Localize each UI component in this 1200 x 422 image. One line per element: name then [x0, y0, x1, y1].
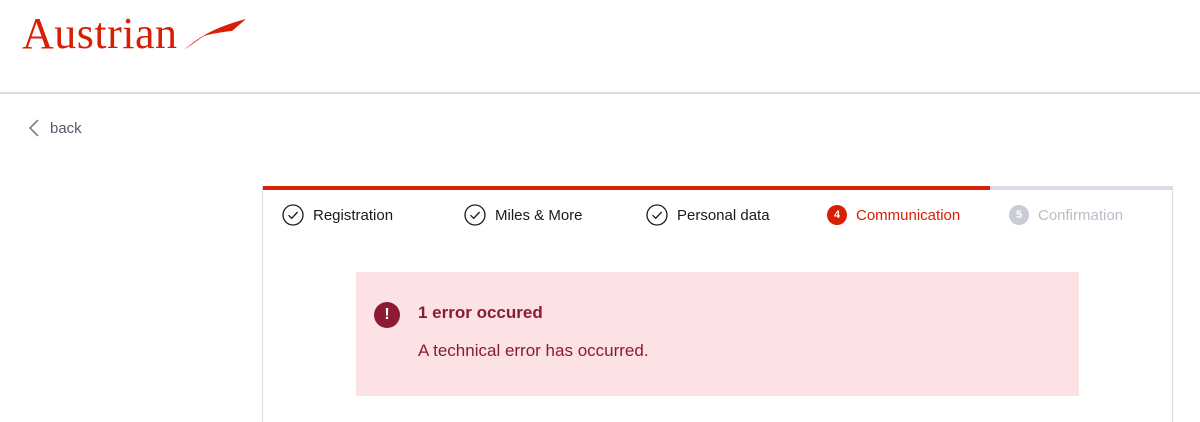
step-registration[interactable]: Registration: [282, 204, 393, 226]
page: Austrian back Registration Miles & More: [0, 0, 1200, 422]
step-label: Miles & More: [495, 206, 583, 224]
logo-text: Austrian: [22, 9, 178, 58]
step-number-badge: 5: [1009, 205, 1029, 225]
step-miles-and-more[interactable]: Miles & More: [464, 204, 583, 226]
progress-fill: [263, 186, 991, 190]
site-header: Austrian: [0, 0, 1200, 94]
progress-track: [263, 186, 1172, 190]
step-label: Registration: [313, 206, 394, 224]
arrow-logo-icon: [183, 19, 246, 50]
error-alert: ! 1 error occured A technical error has …: [356, 272, 1079, 396]
chevron-left-icon: [28, 119, 39, 137]
step-communication[interactable]: 4 Communication: [827, 204, 960, 226]
check-circle-icon: [282, 204, 304, 226]
step-label: Personal data: [677, 206, 770, 224]
exclamation-icon: !: [374, 302, 400, 328]
step-personal-data[interactable]: Personal data: [646, 204, 770, 226]
back-label: back: [50, 119, 82, 137]
back-link[interactable]: back: [28, 119, 82, 137]
alert-title: 1 error occured: [418, 303, 543, 322]
step-label: Confirmation: [1038, 206, 1124, 224]
check-circle-icon: [464, 204, 486, 226]
step-label: Communication: [856, 206, 961, 224]
step-number-badge: 4: [827, 205, 847, 225]
austrian-logo[interactable]: Austrian: [22, 8, 248, 60]
step-confirmation: 5 Confirmation: [1009, 204, 1123, 226]
alert-message: A technical error has occurred.: [418, 341, 649, 360]
check-circle-icon: [646, 204, 668, 226]
